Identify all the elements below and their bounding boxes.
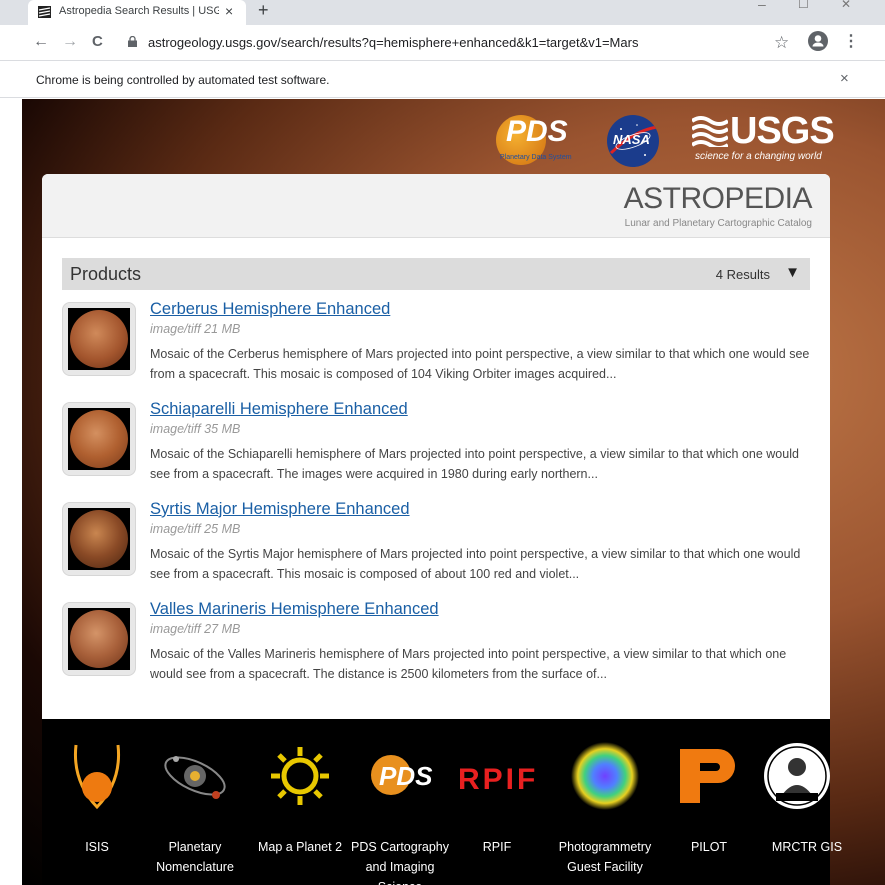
result-item: Schiaparelli Hemisphere Enhanced image/t…	[62, 400, 810, 500]
new-tab-button[interactable]: +	[258, 0, 269, 21]
map-a-planet-icon	[271, 747, 329, 805]
footer-label: Map a Planet 2	[257, 840, 343, 854]
browser-tab[interactable]: Astropedia Search Results | USGS ×	[28, 0, 246, 25]
address-bar[interactable]: astrogeology.usgs.gov/search/results?q=h…	[118, 29, 768, 56]
astropedia-title[interactable]: ASTROPEDIA	[624, 182, 813, 216]
products-heading: Products	[70, 264, 142, 284]
url-text: astrogeology.usgs.gov/search/results?q=h…	[148, 35, 639, 50]
result-title-link[interactable]: Cerberus Hemisphere Enhanced	[150, 300, 390, 319]
collapse-toggle-icon[interactable]: ▼	[785, 264, 800, 281]
header-logos: PDS Planetary Data System NASA USGS scie…	[492, 109, 835, 169]
pds-logo[interactable]: PDS Planetary Data System	[492, 109, 582, 169]
tab-title: Astropedia Search Results | USGS	[59, 5, 219, 17]
pilot-icon	[680, 749, 735, 803]
result-item: Syrtis Major Hemisphere Enhanced image/t…	[62, 500, 810, 600]
footer-links: ISIS Planetary Nomenclature Map a Planet…	[42, 719, 842, 885]
lock-icon	[128, 36, 137, 47]
account-avatar-icon[interactable]	[808, 31, 828, 51]
mrctr-icon	[764, 743, 830, 809]
footer-label: PILOT	[690, 840, 728, 854]
usgs-logo[interactable]: USGS science for a changing world	[692, 109, 835, 169]
footer-label: RPIF	[482, 840, 512, 854]
rpif-icon: RPIF	[458, 763, 538, 796]
browser-toolbar: ← → C astrogeology.usgs.gov/search/resul…	[0, 25, 885, 60]
window-close-button[interactable]: ✕	[841, 0, 851, 11]
result-item: Valles Marineris Hemisphere Enhanced ima…	[62, 600, 810, 700]
usgs-favicon-icon	[38, 6, 51, 18]
infobar-message: Chrome is being controlled by automated …	[36, 73, 330, 87]
result-title-link[interactable]: Syrtis Major Hemisphere Enhanced	[150, 500, 410, 519]
result-description: Mosaic of the Syrtis Major hemisphere of…	[150, 547, 801, 581]
photogrammetry-icon	[571, 742, 639, 810]
mars-thumbnail-icon	[70, 410, 128, 468]
pds-icon: PDS	[371, 755, 433, 795]
bookmark-star-icon[interactable]: ☆	[774, 33, 789, 53]
browser-tab-bar: Astropedia Search Results | USGS × + – ☐…	[0, 0, 885, 25]
footer-link-pilot[interactable]: PILOT	[654, 719, 764, 885]
footer-label: Photogrammetry Guest Facility	[558, 840, 652, 874]
nasa-logo-text: NASA	[613, 132, 650, 147]
footer-link-mrctr-gis[interactable]: MRCTR GIS	[752, 719, 862, 885]
result-thumbnail[interactable]	[62, 502, 136, 576]
astropedia-subtitle: Lunar and Planetary Cartographic Catalog	[624, 218, 812, 229]
back-button[interactable]: ←	[33, 33, 49, 51]
result-title-link[interactable]: Valles Marineris Hemisphere Enhanced	[150, 600, 439, 619]
isis-icon	[73, 744, 121, 810]
footer-link-rpif[interactable]: RPIF RPIF	[442, 719, 552, 885]
footer-link-photogrammetry[interactable]: Photogrammetry Guest Facility	[550, 719, 660, 885]
result-meta: image/tiff 27 MB	[150, 622, 241, 636]
mars-thumbnail-icon	[70, 310, 128, 368]
forward-button[interactable]: →	[62, 33, 78, 51]
infobar-close-icon[interactable]: ×	[840, 70, 849, 87]
pds-logo-subtitle: Planetary Data System	[500, 154, 572, 161]
search-results-panel: ASTROPEDIA Lunar and Planetary Cartograp…	[42, 174, 830, 719]
footer-link-nomenclature[interactable]: Planetary Nomenclature	[140, 719, 250, 885]
result-item: Cerberus Hemisphere Enhanced image/tiff …	[62, 300, 810, 400]
pds-logo-text: PDS	[506, 115, 568, 148]
mars-thumbnail-icon	[70, 610, 128, 668]
maximize-button[interactable]: ☐	[798, 0, 809, 11]
products-header[interactable]: Products 4 Results ▼	[62, 258, 810, 290]
astropedia-banner: ASTROPEDIA Lunar and Planetary Cartograp…	[42, 174, 830, 238]
result-thumbnail[interactable]	[62, 602, 136, 676]
result-meta: image/tiff 21 MB	[150, 322, 241, 336]
footer-link-map-a-planet[interactable]: Map a Planet 2	[245, 719, 355, 885]
pds-icon-text: PDS	[379, 761, 433, 791]
result-description: Mosaic of the Schiaparelli hemisphere of…	[150, 447, 799, 481]
result-description: Mosaic of the Valles Marineris hemispher…	[150, 647, 787, 681]
result-thumbnail[interactable]	[62, 402, 136, 476]
footer-link-isis[interactable]: ISIS	[42, 719, 152, 885]
browser-menu-icon[interactable]: ⋮	[843, 31, 859, 51]
usgs-waves-icon	[692, 116, 728, 147]
usgs-logo-subtitle: science for a changing world	[695, 151, 822, 162]
result-description: Mosaic of the Cerberus hemisphere of Mar…	[150, 347, 810, 381]
result-meta: image/tiff 25 MB	[150, 522, 241, 536]
results-count: 4 Results	[715, 267, 770, 282]
footer-label: MRCTR GIS	[771, 840, 843, 854]
mars-thumbnail-icon	[70, 510, 128, 568]
reload-button[interactable]: C	[92, 33, 103, 50]
footer-link-pds[interactable]: PDS PDS Cartography and Imaging Science	[345, 719, 455, 885]
nomenclature-icon	[164, 756, 226, 799]
nasa-logo[interactable]: NASA	[607, 115, 659, 167]
tab-close-icon[interactable]: ×	[225, 3, 233, 19]
page-background: PDS Planetary Data System NASA USGS scie…	[22, 99, 885, 885]
result-title-link[interactable]: Schiaparelli Hemisphere Enhanced	[150, 400, 408, 419]
automation-infobar: Chrome is being controlled by automated …	[0, 60, 885, 98]
minimize-button[interactable]: –	[758, 0, 766, 12]
footer-label: ISIS	[85, 840, 109, 854]
rpif-logo-text: RPIF	[458, 763, 538, 796]
result-meta: image/tiff 35 MB	[150, 422, 241, 436]
usgs-logo-text: USGS	[730, 110, 835, 152]
footer-label: PDS Cartography and Imaging Science	[351, 840, 449, 885]
result-thumbnail[interactable]	[62, 302, 136, 376]
footer-label: Planetary Nomenclature	[156, 840, 234, 874]
